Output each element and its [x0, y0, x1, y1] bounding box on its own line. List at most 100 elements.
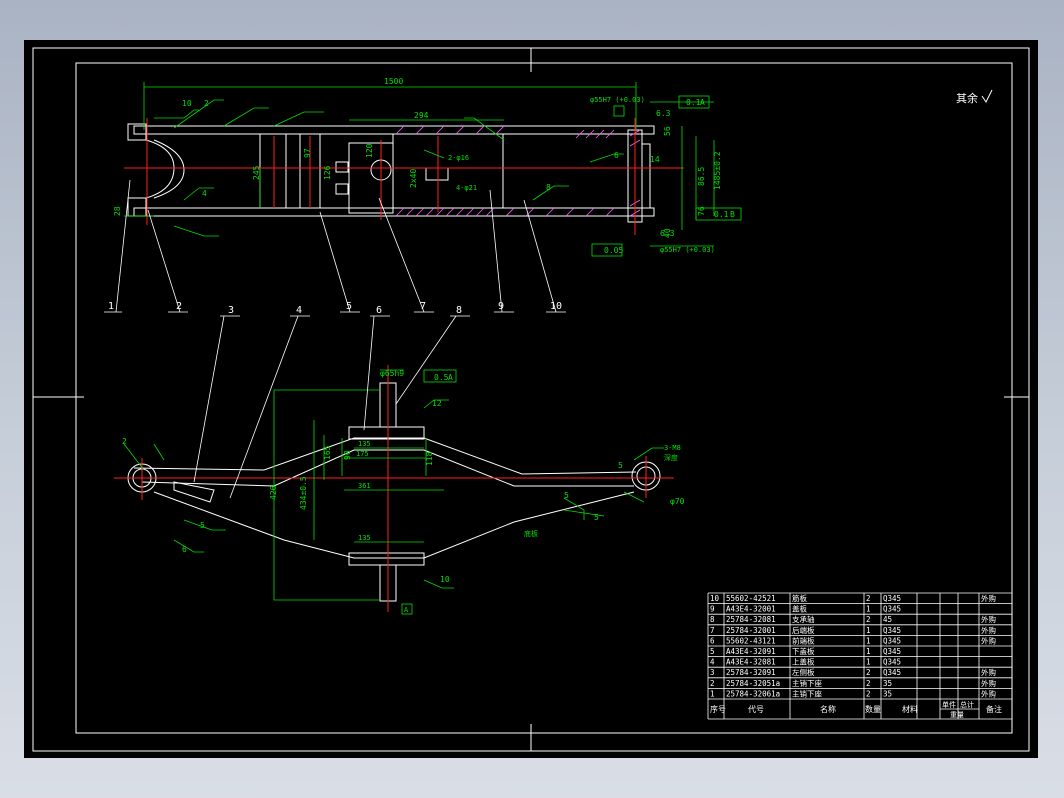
dim-6-3-a: 6.3 — [656, 109, 671, 118]
table-header-material: 材料 — [902, 704, 918, 714]
top-left-lug-lower — [127, 197, 147, 217]
table-cell: Q345 — [883, 594, 901, 603]
table-cell: 外购 — [981, 614, 996, 624]
table-cell: 2 — [866, 679, 871, 688]
table-cell: 1 — [710, 689, 715, 698]
table-cell: 外购 — [981, 635, 996, 645]
top-view: 1500 294 97 120 245 126 2x40 28 1485±0.2… — [104, 77, 993, 313]
front-top-block — [348, 426, 425, 440]
table-cell: 25784-32051a — [726, 679, 780, 688]
top-beam-lower — [133, 207, 655, 217]
tol-coax-ref: A — [448, 373, 453, 382]
table-cell: 55602-42521 — [726, 594, 776, 603]
dim-14: 14 — [650, 155, 660, 164]
front-centerlines — [114, 365, 674, 612]
table-header-code: 代号 — [748, 704, 764, 714]
table-cell: 2 — [866, 594, 871, 603]
front-lower-plate — [153, 491, 635, 559]
callout-5: 5 — [346, 301, 352, 312]
table-cell: 支承轴 — [792, 614, 815, 624]
table-header-unit: 单件 — [942, 700, 956, 709]
drawing-canvas[interactable]: 1500 294 97 120 245 126 2x40 28 1485±0.2… — [24, 40, 1038, 758]
table-header-total: 总计 — [960, 700, 974, 709]
top-dimensions — [124, 82, 742, 257]
table-cell: 外购 — [981, 625, 996, 635]
top-right-boss — [641, 143, 651, 209]
table-cell: 25784-32001 — [726, 626, 776, 635]
dim-56: 56 — [663, 126, 672, 136]
table-cell: 外购 — [981, 688, 996, 698]
dim-245: 245 — [252, 165, 261, 180]
table-cell: 25784-32081 — [726, 615, 776, 624]
tol-perp-top: 0.1 — [686, 98, 701, 107]
dim-135-top: 135 — [358, 440, 371, 448]
dim-120: 120 — [365, 143, 374, 158]
front-dim-text: φ65h9 φ70 0.5 A 135 175 361 135 90 118 1… — [122, 369, 685, 614]
table-cell: Q345 — [883, 636, 901, 645]
table-cell: 55602-43121 — [726, 636, 776, 645]
table-cell: Q345 — [883, 668, 901, 677]
top-right-box — [502, 133, 629, 209]
top-left-curve — [145, 139, 175, 199]
dim-361: 361 — [358, 482, 371, 490]
table-cell: 后端板 — [792, 625, 815, 635]
weld-6-front: 6 — [182, 545, 187, 554]
dim-overall-length: 1500 — [384, 77, 403, 86]
tol-coax: 0.5 — [434, 373, 449, 382]
inner-border — [75, 62, 1013, 734]
table-cell: 外购 — [981, 593, 996, 603]
tol-flat: 0.05 — [604, 246, 623, 255]
note-depth: 深度 — [664, 453, 678, 462]
roughness-note: 其余 — [956, 91, 978, 105]
table-header-qty: 数量 — [865, 704, 881, 714]
bore-bottom: φ55H7 (+0.03) — [660, 246, 715, 254]
parts-table: 10 55602-42521 筋板 2 Q345 外购 9 A43E4-32001 盖板 1 Q34… — [707, 592, 1013, 720]
table-cell: 35 — [883, 679, 892, 688]
table-cell: Q345 — [883, 605, 901, 614]
callout-9: 9 — [498, 301, 504, 312]
table-header-weight: 重量 — [950, 711, 964, 719]
table-cell: Q345 — [883, 626, 901, 635]
datum-a: A — [404, 606, 409, 614]
hole-note-m8: 3-M8 — [664, 444, 681, 452]
outer-border — [32, 47, 1030, 752]
table-cell: 2 — [866, 615, 871, 624]
weld-10: 10 — [182, 99, 192, 108]
table-cell: 25784-32091 — [726, 668, 776, 677]
dim-2x40: 2x40 — [409, 169, 418, 188]
table-cell: 上盖板 — [792, 657, 815, 667]
hole-note-2: 4-φ21 — [456, 184, 477, 192]
front-callout-leaders — [193, 315, 470, 499]
dim-135-bottom: 135 — [358, 534, 371, 542]
weld-10-front: 10 — [440, 575, 450, 584]
dim-6-3-b: 6.3 — [660, 229, 675, 238]
callout-8: 8 — [456, 305, 462, 316]
top-beam-upper — [133, 125, 655, 135]
callout-3: 3 — [228, 305, 234, 316]
table-cell: 5 — [710, 647, 715, 656]
table-cell: 45 — [883, 615, 892, 624]
table-cell: 筋板 — [792, 593, 807, 603]
table-cell: 外购 — [981, 667, 996, 677]
weld-2: 2 — [204, 99, 209, 108]
table-cell: 1 — [866, 626, 871, 635]
weld-4: 4 — [202, 189, 207, 198]
front-bottom-block — [348, 552, 425, 566]
front-view: φ65h9 φ70 0.5 A 135 175 361 135 90 118 1… — [114, 305, 685, 615]
dim-434: 434±0.5 — [299, 476, 308, 510]
dim-5-c: 5 — [594, 513, 599, 522]
dim-1485: 1485±0.2 — [713, 151, 722, 190]
dim-5-a: 5 — [618, 461, 623, 470]
front-upper-plate — [133, 437, 637, 475]
callout-4: 4 — [296, 305, 302, 316]
dim-165: 165 — [323, 445, 332, 460]
dim-90: 90 — [343, 450, 352, 460]
top-slot-left-2 — [335, 183, 349, 195]
top-slot — [425, 167, 449, 181]
roughness-symbol-icon — [981, 89, 993, 103]
weld-5: 5 — [200, 521, 205, 530]
dim-phi70: φ70 — [670, 497, 685, 506]
table-cell: 1 — [866, 636, 871, 645]
dim-phi65: φ65h9 — [380, 369, 404, 378]
front-left-gusset — [173, 481, 215, 503]
